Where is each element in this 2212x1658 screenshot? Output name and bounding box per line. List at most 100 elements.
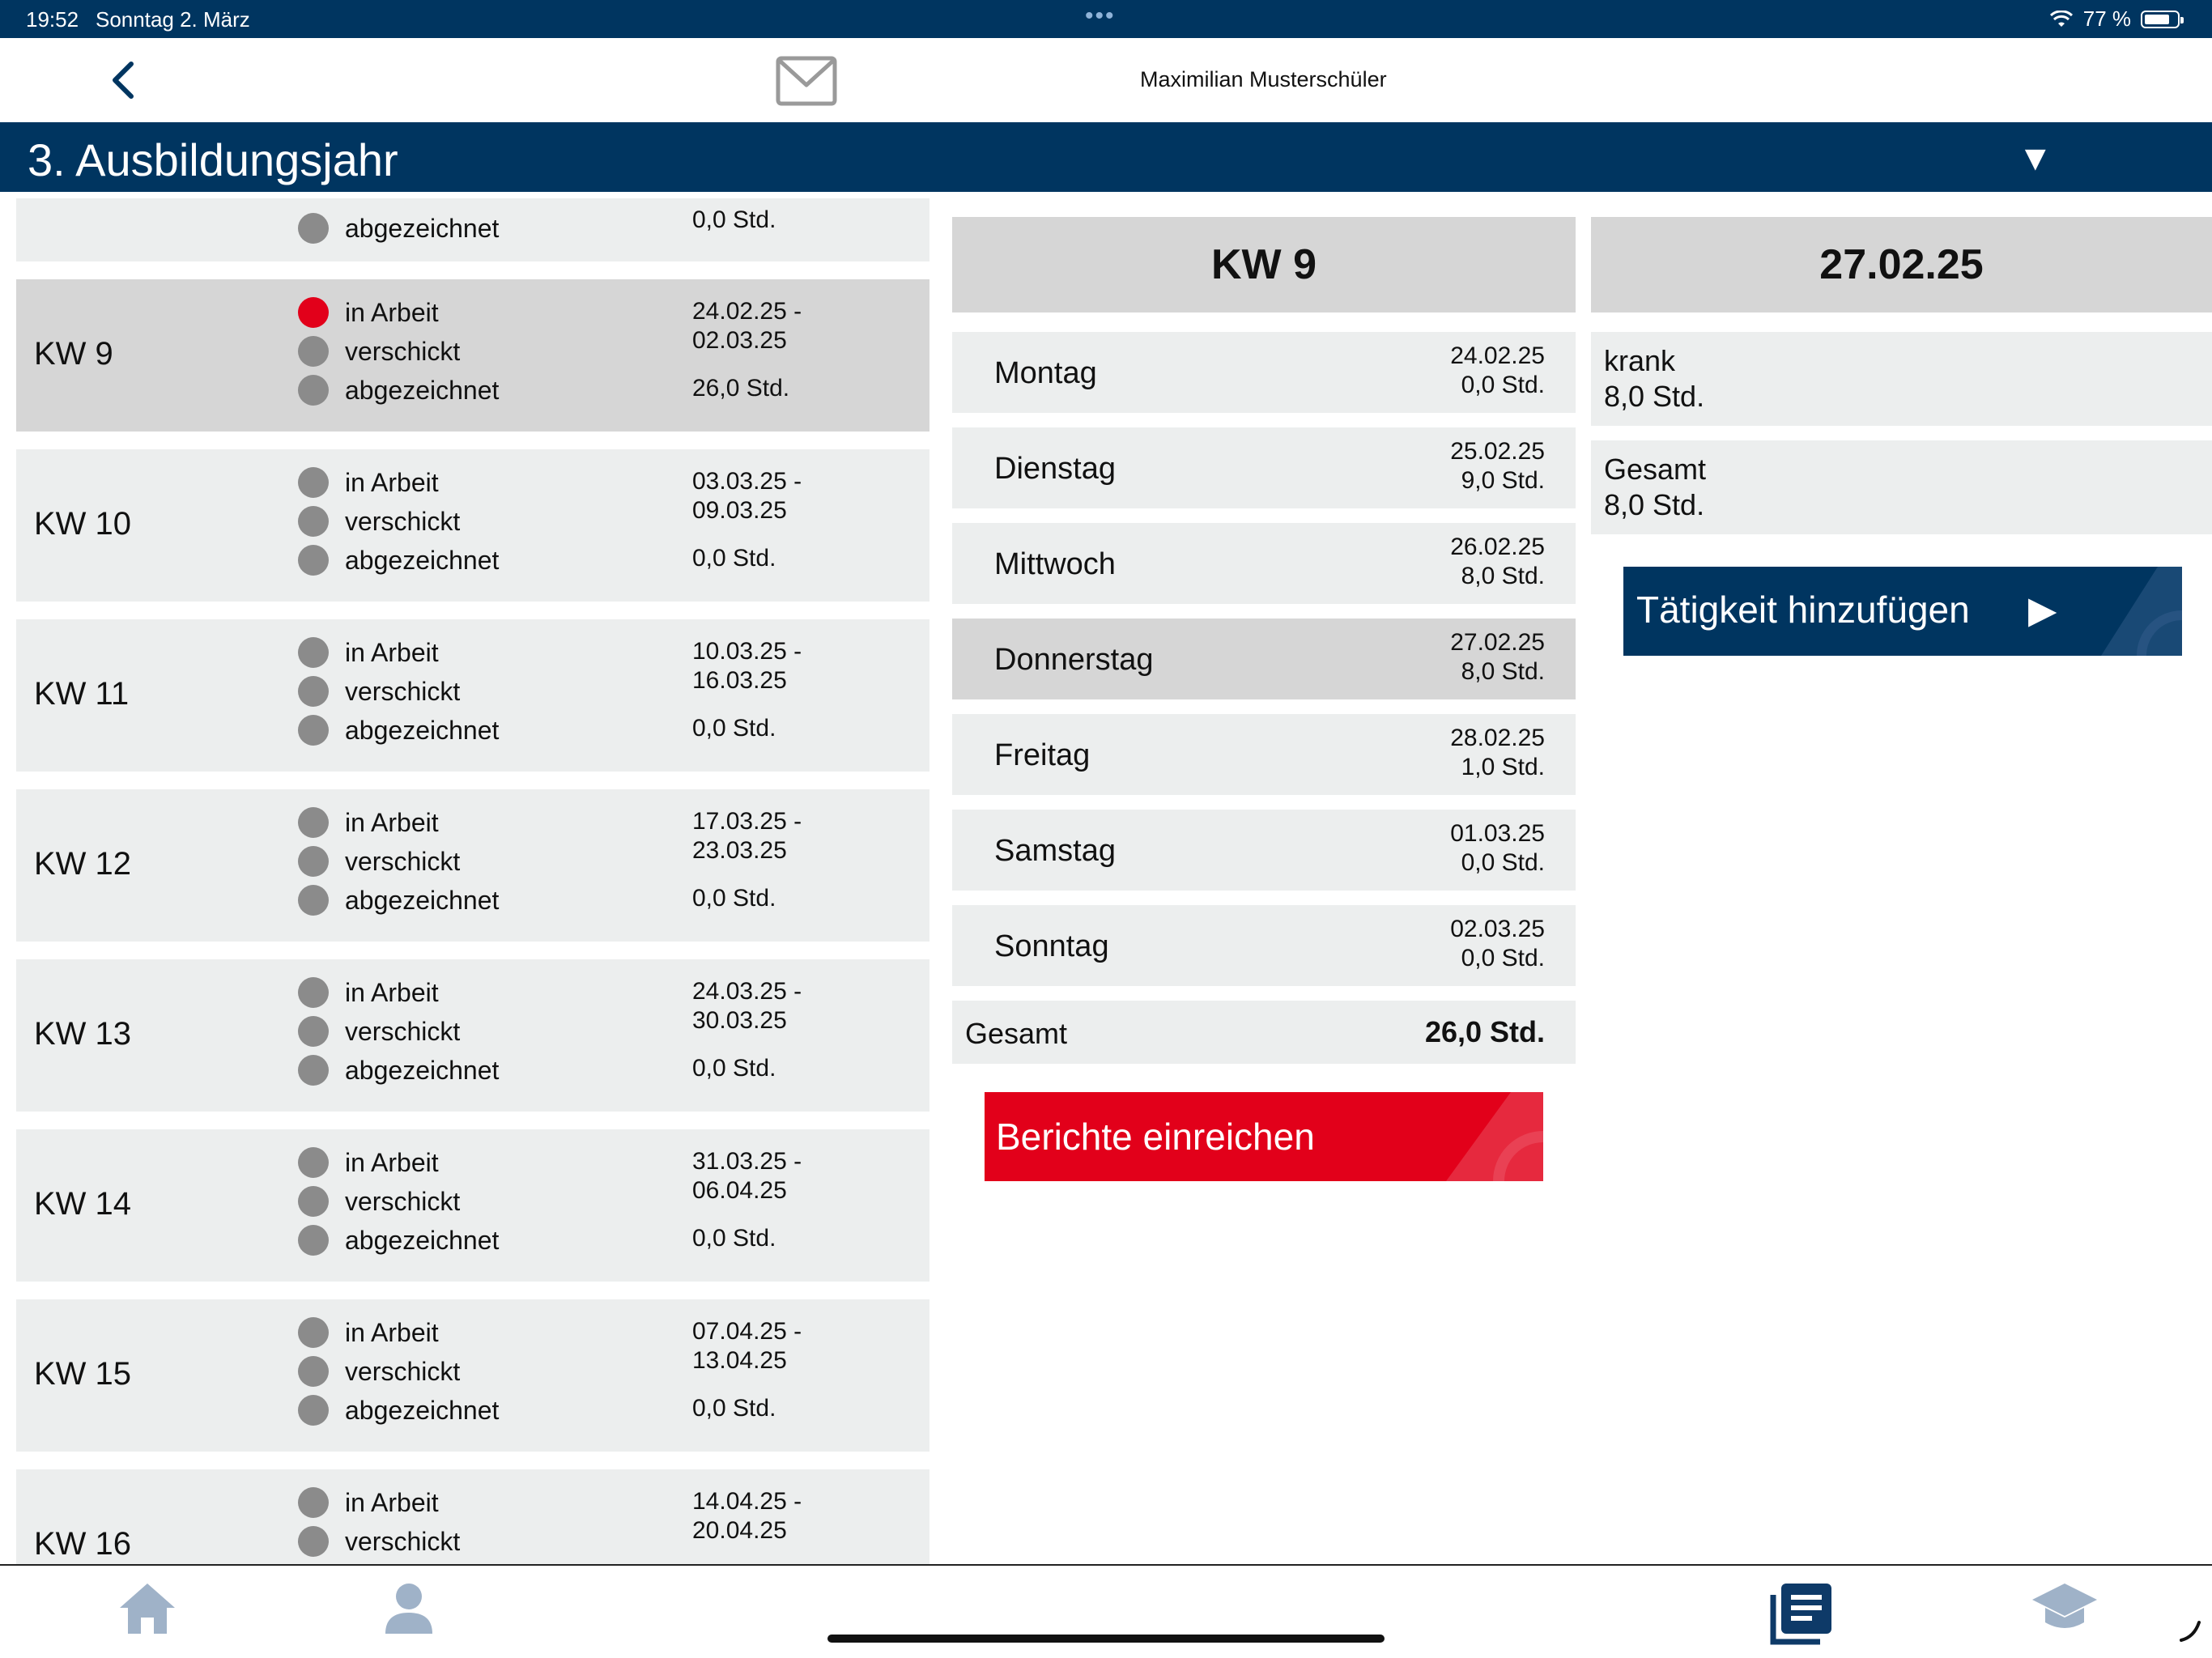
add-activity-button[interactable]: Tätigkeit hinzufügen ▶ xyxy=(1623,567,2182,656)
status-verschickt: verschickt xyxy=(298,1186,460,1217)
multitasking-dots[interactable]: ••• xyxy=(1085,2,1116,30)
status-dot-icon xyxy=(298,807,329,838)
week-hours: 0,0 Std. xyxy=(692,206,776,233)
week-label: KW 14 xyxy=(34,1186,132,1222)
day-row-freitag[interactable]: Freitag 28.02.25 1,0 Std. xyxy=(952,714,1576,795)
status-verschickt: verschickt xyxy=(298,506,460,537)
activity-item[interactable]: krank 8,0 Std. xyxy=(1591,332,2212,426)
status-date: Sonntag 2. März xyxy=(96,7,250,32)
home-icon[interactable] xyxy=(117,1580,178,1637)
day-name: Mittwoch xyxy=(994,547,1116,581)
day-date-hours: 24.02.25 0,0 Std. xyxy=(1450,342,1545,398)
status-verschickt: verschickt xyxy=(298,846,460,877)
week-card-kw11[interactable]: KW 11 in Arbeit verschickt abgezeichnet … xyxy=(16,619,929,772)
day-name: Sonntag xyxy=(994,929,1109,963)
day-total-box: Gesamt 8,0 Std. xyxy=(1591,440,2212,534)
day-name: Montag xyxy=(994,356,1097,390)
battery-icon xyxy=(2141,10,2184,28)
week-card-kw14[interactable]: KW 14 in Arbeit verschickt abgezeichnet … xyxy=(16,1129,929,1282)
week-date-range: 03.03.25 -09.03.25 xyxy=(692,468,802,524)
day-date-hours: 01.03.25 0,0 Std. xyxy=(1450,820,1545,876)
mail-icon[interactable] xyxy=(776,56,837,106)
submit-reports-button[interactable]: Berichte einreichen xyxy=(985,1092,1543,1181)
status-dot-icon xyxy=(298,1225,329,1256)
status-dot-icon xyxy=(298,1526,329,1557)
day-name: Samstag xyxy=(994,834,1116,868)
brand-decoration-icon xyxy=(2101,567,2182,656)
status-in-arbeit: in Arbeit xyxy=(298,807,439,838)
week-card-kw15[interactable]: KW 15 in Arbeit verschickt abgezeichnet … xyxy=(16,1299,929,1452)
status-dot-active-icon xyxy=(298,297,329,328)
activity-hours: 8,0 Std. xyxy=(1604,380,1705,413)
status-verschickt: verschickt xyxy=(298,676,460,707)
education-icon[interactable] xyxy=(2031,1580,2099,1637)
week-date-range: 17.03.25 -23.03.25 xyxy=(692,808,802,864)
week-card-kw13[interactable]: KW 13 in Arbeit verschickt abgezeichnet … xyxy=(16,959,929,1112)
week-hours: 0,0 Std. xyxy=(692,715,776,742)
status-dot-icon xyxy=(298,506,329,537)
status-dot-icon xyxy=(298,1317,329,1348)
day-row-donnerstag[interactable]: Donnerstag 27.02.25 8,0 Std. xyxy=(952,619,1576,699)
status-in-arbeit: in Arbeit xyxy=(298,467,439,498)
day-name: Freitag xyxy=(994,738,1091,772)
corner-handle-icon xyxy=(2180,1621,2201,1642)
day-row-dienstag[interactable]: Dienstag 25.02.25 9,0 Std. xyxy=(952,427,1576,508)
status-abgezeichnet: abgezeichnet xyxy=(298,885,499,916)
week-total-value: 26,0 Std. xyxy=(1424,1015,1545,1048)
day-name: Donnerstag xyxy=(994,643,1154,677)
week-hours: 0,0 Std. xyxy=(692,1055,776,1082)
status-dot-icon xyxy=(298,336,329,367)
day-row-sonntag[interactable]: Sonntag 02.03.25 0,0 Std. xyxy=(952,905,1576,986)
day-row-montag[interactable]: Montag 24.02.25 0,0 Std. xyxy=(952,332,1576,413)
week-card-kw12[interactable]: KW 12 in Arbeit verschickt abgezeichnet … xyxy=(16,789,929,942)
week-card-partial[interactable]: abgezeichnet 0,0 Std. xyxy=(16,198,929,261)
battery-percent: 77 % xyxy=(2082,6,2131,31)
status-in-arbeit: in Arbeit xyxy=(298,1487,439,1518)
status-dot-icon xyxy=(298,213,329,244)
status-verschickt: verschickt xyxy=(298,1526,460,1557)
status-dot-icon xyxy=(298,715,329,746)
dropdown-caret-icon[interactable]: ▼ xyxy=(2018,138,2053,179)
training-year-title: 3. Ausbildungsjahr xyxy=(28,134,398,185)
week-detail-title: KW 9 xyxy=(952,217,1576,312)
status-abgezeichnet: abgezeichnet xyxy=(298,1225,499,1256)
day-total-label: Gesamt xyxy=(1604,453,1707,486)
status-abgezeichnet: abgezeichnet xyxy=(298,1395,499,1426)
status-dot-icon xyxy=(298,375,329,406)
profile-icon[interactable] xyxy=(382,1580,436,1637)
status-dot-icon xyxy=(298,1487,329,1518)
week-date-range: 31.03.25 -06.04.25 xyxy=(692,1148,802,1204)
week-date-range: 24.02.25 -02.03.25 xyxy=(692,298,802,354)
status-in-arbeit: in Arbeit xyxy=(298,977,439,1008)
status-dot-icon xyxy=(298,467,329,498)
status-verschickt: verschickt xyxy=(298,1356,460,1387)
status-dot-icon xyxy=(298,1147,329,1178)
week-card-kw16[interactable]: KW 16 in Arbeit verschickt 14.04.25 -20.… xyxy=(16,1469,929,1564)
week-card-kw9[interactable]: KW 9 in Arbeit verschickt abgezeichnet 2… xyxy=(16,279,929,432)
status-abgezeichnet: abgezeichnet xyxy=(298,715,499,746)
week-label: KW 9 xyxy=(34,336,113,372)
back-chevron-icon[interactable] xyxy=(104,57,144,103)
week-date-range: 24.03.25 -30.03.25 xyxy=(692,978,802,1034)
week-list[interactable]: abgezeichnet 0,0 Std. KW 9 in Arbeit ver… xyxy=(0,192,939,1564)
day-row-mittwoch[interactable]: Mittwoch 26.02.25 8,0 Std. xyxy=(952,523,1576,604)
status-dot-icon xyxy=(298,885,329,916)
status-dot-icon xyxy=(298,1186,329,1217)
week-label: KW 11 xyxy=(34,676,130,712)
week-card-kw10[interactable]: KW 10 in Arbeit verschickt abgezeichnet … xyxy=(16,449,929,602)
status-in-arbeit: in Arbeit xyxy=(298,1317,439,1348)
day-total-hours: 8,0 Std. xyxy=(1604,488,1705,521)
day-row-samstag[interactable]: Samstag 01.03.25 0,0 Std. xyxy=(952,810,1576,891)
week-date-range: 10.03.25 -16.03.25 xyxy=(692,638,802,694)
status-bar: 19:52 Sonntag 2. März ••• 77 % xyxy=(0,0,2212,38)
status-dot-icon xyxy=(298,1356,329,1387)
status-right: 77 % xyxy=(2049,6,2184,32)
status-in-arbeit: in Arbeit xyxy=(298,297,439,328)
home-indicator[interactable] xyxy=(827,1635,1385,1643)
week-label: KW 15 xyxy=(34,1356,132,1392)
week-label: KW 16 xyxy=(34,1526,132,1562)
status-abgezeichnet: abgezeichnet xyxy=(298,375,499,406)
reports-icon[interactable] xyxy=(1770,1580,1835,1645)
training-year-selector[interactable]: 3. Ausbildungsjahr ▼ xyxy=(0,122,2212,192)
week-date-range: 07.04.25 -13.04.25 xyxy=(692,1318,802,1374)
